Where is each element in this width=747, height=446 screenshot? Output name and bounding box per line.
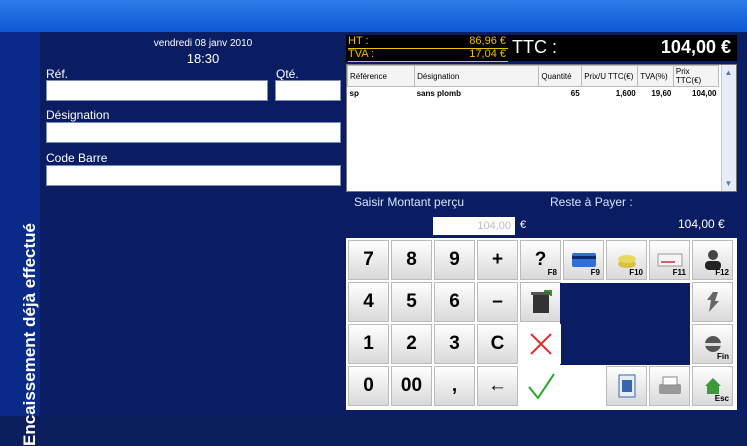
remaining-value: 104,00 € bbox=[678, 217, 725, 231]
amount-label: Saisir Montant perçu bbox=[354, 195, 465, 209]
remaining-label: Reste à Payer : bbox=[550, 195, 633, 209]
cell-vat: 19,60 bbox=[651, 89, 672, 98]
document-icon bbox=[618, 374, 635, 398]
amount-input[interactable]: 104,00 bbox=[433, 217, 515, 235]
end-button[interactable]: Fin bbox=[692, 324, 733, 364]
f8-label: F8 bbox=[547, 268, 557, 277]
ref-input[interactable] bbox=[46, 80, 268, 101]
tva-label: TVA : bbox=[348, 48, 375, 60]
status-sidebar: Encaissement déjà effectué bbox=[0, 32, 40, 446]
scroll-up-icon[interactable]: ▲ bbox=[724, 68, 733, 77]
col-unit-price[interactable]: Prix/U TTC(€) bbox=[581, 65, 639, 87]
printer-icon bbox=[658, 376, 681, 394]
cash-drawer-button[interactable] bbox=[692, 282, 733, 322]
table-scrollbar[interactable]: ▲ ▼ bbox=[721, 65, 736, 191]
col-designation[interactable]: Désignation bbox=[414, 65, 540, 87]
barcode-input[interactable] bbox=[46, 165, 341, 186]
ht-label: HT : bbox=[348, 35, 369, 47]
f12-label: F12 bbox=[715, 268, 729, 277]
key-9[interactable]: 9 bbox=[434, 240, 475, 280]
f9-label: F9 bbox=[590, 268, 600, 277]
key-8[interactable]: 8 bbox=[391, 240, 432, 280]
tva-value: 17,04 € bbox=[469, 48, 506, 60]
ht-value: 86,96 € bbox=[469, 35, 506, 47]
key-plus[interactable]: + bbox=[477, 240, 518, 280]
print-button[interactable] bbox=[649, 366, 690, 406]
scroll-down-icon[interactable]: ▼ bbox=[724, 179, 733, 188]
credit-card-icon bbox=[571, 253, 596, 267]
end-icon bbox=[704, 336, 721, 352]
ref-label: Réf. bbox=[46, 67, 69, 81]
checkmark-icon bbox=[527, 373, 555, 400]
key-1[interactable]: 1 bbox=[348, 324, 389, 364]
currency-label: € bbox=[520, 219, 527, 231]
cheque-icon bbox=[657, 253, 682, 267]
designation-label: Désignation bbox=[46, 108, 110, 122]
cell-designation: sans plomb bbox=[416, 89, 462, 98]
f11-label: F11 bbox=[672, 268, 686, 277]
barcode-label: Code Barre bbox=[46, 151, 108, 165]
col-qty[interactable]: Quantité bbox=[538, 65, 583, 87]
keypad-gap bbox=[560, 283, 690, 365]
cell-unit-price: 1,600 bbox=[615, 89, 636, 98]
key-4[interactable]: 4 bbox=[348, 282, 389, 322]
key-3[interactable]: 3 bbox=[434, 324, 475, 364]
coins-button[interactable]: F10 bbox=[606, 240, 647, 280]
table-row[interactable]: sp sans plomb 65 1,600 19,60 104,00 bbox=[348, 87, 719, 101]
key-2[interactable]: 2 bbox=[391, 324, 432, 364]
col-ref[interactable]: Référence bbox=[346, 65, 416, 87]
key-backspace[interactable]: ← bbox=[477, 366, 518, 406]
tva-row: TVA : 17,04 € bbox=[348, 48, 508, 62]
designation-input[interactable] bbox=[46, 122, 341, 143]
help-button[interactable]: ? F8 bbox=[520, 240, 561, 280]
cancel-button[interactable] bbox=[520, 324, 561, 364]
cheque-button[interactable]: F11 bbox=[649, 240, 690, 280]
fin-label: Fin bbox=[717, 352, 729, 361]
coins-icon bbox=[617, 255, 636, 268]
key-6[interactable]: 6 bbox=[434, 282, 475, 322]
exit-button[interactable]: Esc bbox=[692, 366, 733, 406]
receipt-button[interactable] bbox=[606, 366, 647, 406]
totals-panel: HT : 86,96 € TVA : 17,04 € TTC : 104,00 € bbox=[346, 35, 737, 62]
client-button[interactable]: F12 bbox=[692, 240, 733, 280]
ttc-value: 104,00 € bbox=[660, 37, 731, 57]
trash-icon bbox=[530, 290, 552, 313]
ht-row: HT : 86,96 € bbox=[348, 35, 508, 49]
date-label: vendredi 08 janv 2010 bbox=[153, 38, 253, 49]
key-00[interactable]: 00 bbox=[391, 366, 432, 406]
items-table[interactable]: Référence Désignation Quantité Prix/U TT… bbox=[346, 64, 737, 192]
status-text: Encaissement déjà effectué bbox=[20, 223, 39, 446]
key-comma[interactable]: , bbox=[434, 366, 475, 406]
col-vat[interactable]: TVA(%) bbox=[637, 65, 674, 87]
cell-qty: 65 bbox=[570, 89, 580, 98]
help-icon: ? bbox=[534, 249, 547, 270]
title-bar bbox=[0, 0, 747, 32]
cell-price: 104,00 bbox=[692, 89, 717, 98]
card-button[interactable]: F9 bbox=[563, 240, 604, 280]
validate-button[interactable] bbox=[520, 366, 561, 406]
cell-ref: sp bbox=[349, 89, 359, 98]
time-label: 18:30 bbox=[186, 51, 220, 66]
house-icon bbox=[704, 378, 721, 394]
qty-input[interactable] bbox=[275, 80, 341, 101]
key-clear[interactable]: C bbox=[477, 324, 518, 364]
key-minus[interactable]: – bbox=[477, 282, 518, 322]
wrench-icon bbox=[706, 292, 719, 312]
key-7[interactable]: 7 bbox=[348, 240, 389, 280]
f10-label: F10 bbox=[629, 268, 643, 277]
col-price[interactable]: Prix TTC(€) bbox=[672, 65, 720, 87]
qty-label: Qté. bbox=[276, 67, 299, 81]
cross-icon bbox=[529, 333, 552, 355]
key-0[interactable]: 0 bbox=[348, 366, 389, 406]
table-header: Référence Désignation Quantité Prix/U TT… bbox=[346, 65, 720, 87]
key-5[interactable]: 5 bbox=[391, 282, 432, 322]
delete-line-button[interactable] bbox=[520, 282, 561, 322]
esc-label: Esc bbox=[714, 394, 729, 403]
ttc-label: TTC : bbox=[512, 37, 557, 57]
